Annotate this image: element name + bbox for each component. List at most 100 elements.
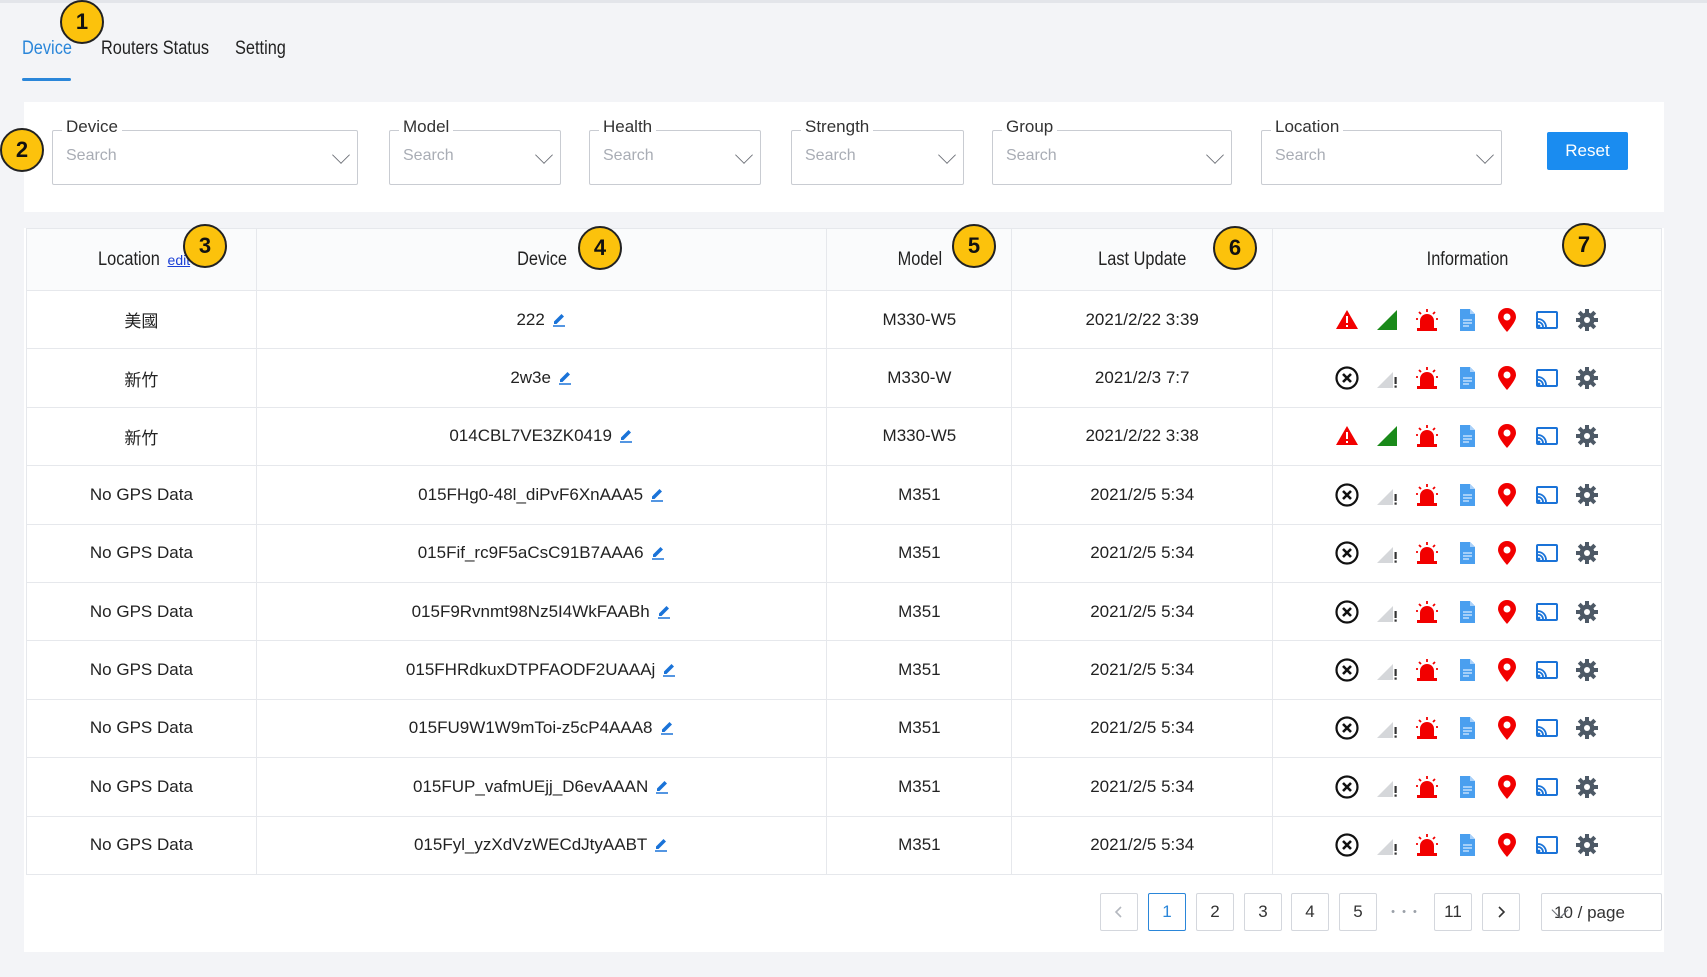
edit-pencil-icon[interactable] [618, 427, 634, 444]
edit-pencil-icon[interactable] [659, 719, 675, 736]
table-row[interactable]: 新竹 014CBL7VE3ZK0419 M330-W5 2021/2/22 3:38 [26, 406, 1662, 467]
settings-gear-icon[interactable] [1574, 423, 1600, 449]
alarm-siren-icon[interactable] [1414, 657, 1440, 683]
signal-weak-icon[interactable] [1374, 482, 1400, 508]
document-icon[interactable] [1454, 657, 1480, 683]
tab-routers-status[interactable]: Routers Status [101, 38, 209, 60]
alarm-siren-icon[interactable] [1414, 423, 1440, 449]
cast-icon[interactable] [1534, 599, 1560, 625]
page-5-button[interactable]: 5 [1339, 893, 1377, 931]
table-row[interactable]: No GPS Data 015Fyl_yzXdVzWECdJtyAABT M351 2… [26, 815, 1662, 875]
settings-gear-icon[interactable] [1574, 365, 1600, 391]
document-icon[interactable] [1454, 482, 1480, 508]
offline-x-icon[interactable] [1334, 774, 1360, 800]
health-filter[interactable]: Health Search [589, 117, 761, 185]
table-row[interactable]: 新竹 2w3e M330-W 2021/2/3 7:7 [26, 348, 1662, 408]
settings-gear-icon[interactable] [1574, 540, 1600, 566]
offline-x-icon[interactable] [1334, 365, 1360, 391]
cast-icon[interactable] [1534, 657, 1560, 683]
page-1-button[interactable]: 1 [1148, 893, 1186, 931]
strength-filter[interactable]: Strength Search [791, 117, 964, 185]
alarm-siren-icon[interactable] [1414, 540, 1440, 566]
offline-x-icon[interactable] [1334, 715, 1360, 741]
tab-device[interactable]: Device [22, 38, 72, 60]
signal-strong-icon[interactable] [1374, 423, 1400, 449]
page-11-button[interactable]: 11 [1434, 893, 1472, 931]
location-pin-icon[interactable] [1494, 774, 1520, 800]
location-pin-icon[interactable] [1494, 482, 1520, 508]
offline-x-icon[interactable] [1334, 657, 1360, 683]
location-pin-icon[interactable] [1494, 832, 1520, 858]
cast-icon[interactable] [1534, 774, 1560, 800]
location-pin-icon[interactable] [1494, 307, 1520, 333]
document-icon[interactable] [1454, 715, 1480, 741]
page-3-button[interactable]: 3 [1244, 893, 1282, 931]
signal-strong-icon[interactable] [1374, 307, 1400, 333]
document-icon[interactable] [1454, 599, 1480, 625]
device-filter[interactable]: Device Search [52, 117, 358, 185]
signal-weak-icon[interactable] [1374, 832, 1400, 858]
prev-page-button[interactable] [1100, 893, 1138, 931]
location-pin-icon[interactable] [1494, 365, 1520, 391]
cast-icon[interactable] [1534, 482, 1560, 508]
offline-x-icon[interactable] [1334, 482, 1360, 508]
edit-pencil-icon[interactable] [656, 603, 672, 619]
warning-icon[interactable] [1334, 423, 1360, 449]
cast-icon[interactable] [1534, 540, 1560, 566]
location-pin-icon[interactable] [1494, 715, 1520, 741]
alarm-siren-icon[interactable] [1414, 365, 1440, 391]
settings-gear-icon[interactable] [1574, 599, 1600, 625]
settings-gear-icon[interactable] [1574, 774, 1600, 800]
settings-gear-icon[interactable] [1574, 482, 1600, 508]
page-2-button[interactable]: 2 [1196, 893, 1234, 931]
offline-x-icon[interactable] [1334, 540, 1360, 566]
page-4-button[interactable]: 4 [1291, 893, 1329, 931]
next-page-button[interactable] [1482, 893, 1520, 931]
page-size-select[interactable]: 10 / page [1541, 893, 1662, 931]
edit-pencil-icon[interactable] [650, 544, 666, 560]
table-row[interactable]: No GPS Data 015FU9W1W9mToi-z5cP4AAA8 M351 2… [26, 698, 1662, 759]
warning-icon[interactable] [1334, 307, 1360, 333]
document-icon[interactable] [1454, 774, 1480, 800]
table-row[interactable]: No GPS Data 015F9Rvnmt98Nz5I4WkFAABh M351 2… [26, 581, 1662, 642]
group-filter[interactable]: Group Search [992, 117, 1232, 185]
offline-x-icon[interactable] [1334, 832, 1360, 858]
cast-icon[interactable] [1534, 832, 1560, 858]
cast-icon[interactable] [1534, 423, 1560, 449]
signal-weak-icon[interactable] [1374, 599, 1400, 625]
alarm-siren-icon[interactable] [1414, 599, 1440, 625]
document-icon[interactable] [1454, 540, 1480, 566]
document-icon[interactable] [1454, 307, 1480, 333]
settings-gear-icon[interactable] [1574, 657, 1600, 683]
table-row[interactable]: No GPS Data 015FHRdkuxDTPFAODF2UAAAj M351 2… [26, 640, 1662, 700]
cast-icon[interactable] [1534, 365, 1560, 391]
edit-pencil-icon[interactable] [551, 311, 567, 327]
model-filter[interactable]: Model Search [389, 117, 561, 185]
edit-pencil-icon[interactable] [654, 778, 670, 794]
alarm-siren-icon[interactable] [1414, 482, 1440, 508]
table-row[interactable]: No GPS Data 015FHg0-48l_diPvF6XnAAA5 M351 2… [26, 465, 1662, 525]
alarm-siren-icon[interactable] [1414, 774, 1440, 800]
cast-icon[interactable] [1534, 715, 1560, 741]
signal-weak-icon[interactable] [1374, 774, 1400, 800]
alarm-siren-icon[interactable] [1414, 832, 1440, 858]
signal-weak-icon[interactable] [1374, 715, 1400, 741]
document-icon[interactable] [1454, 365, 1480, 391]
signal-weak-icon[interactable] [1374, 540, 1400, 566]
signal-weak-icon[interactable] [1374, 365, 1400, 391]
alarm-siren-icon[interactable] [1414, 715, 1440, 741]
alarm-siren-icon[interactable] [1414, 307, 1440, 333]
settings-gear-icon[interactable] [1574, 832, 1600, 858]
settings-gear-icon[interactable] [1574, 307, 1600, 333]
document-icon[interactable] [1454, 423, 1480, 449]
settings-gear-icon[interactable] [1574, 715, 1600, 741]
location-filter[interactable]: Location Search [1261, 117, 1502, 185]
offline-x-icon[interactable] [1334, 599, 1360, 625]
edit-pencil-icon[interactable] [557, 369, 573, 385]
location-pin-icon[interactable] [1494, 540, 1520, 566]
table-row[interactable]: No GPS Data 015Fif_rc9F5aCsC91B7AAA6 M351 2… [26, 523, 1662, 583]
location-pin-icon[interactable] [1494, 657, 1520, 683]
reset-button[interactable]: Reset [1547, 132, 1628, 170]
edit-pencil-icon[interactable] [649, 486, 665, 502]
table-row[interactable]: No GPS Data 015FUP_vafmUEjj_D6evAAAN M351 2… [26, 757, 1662, 817]
